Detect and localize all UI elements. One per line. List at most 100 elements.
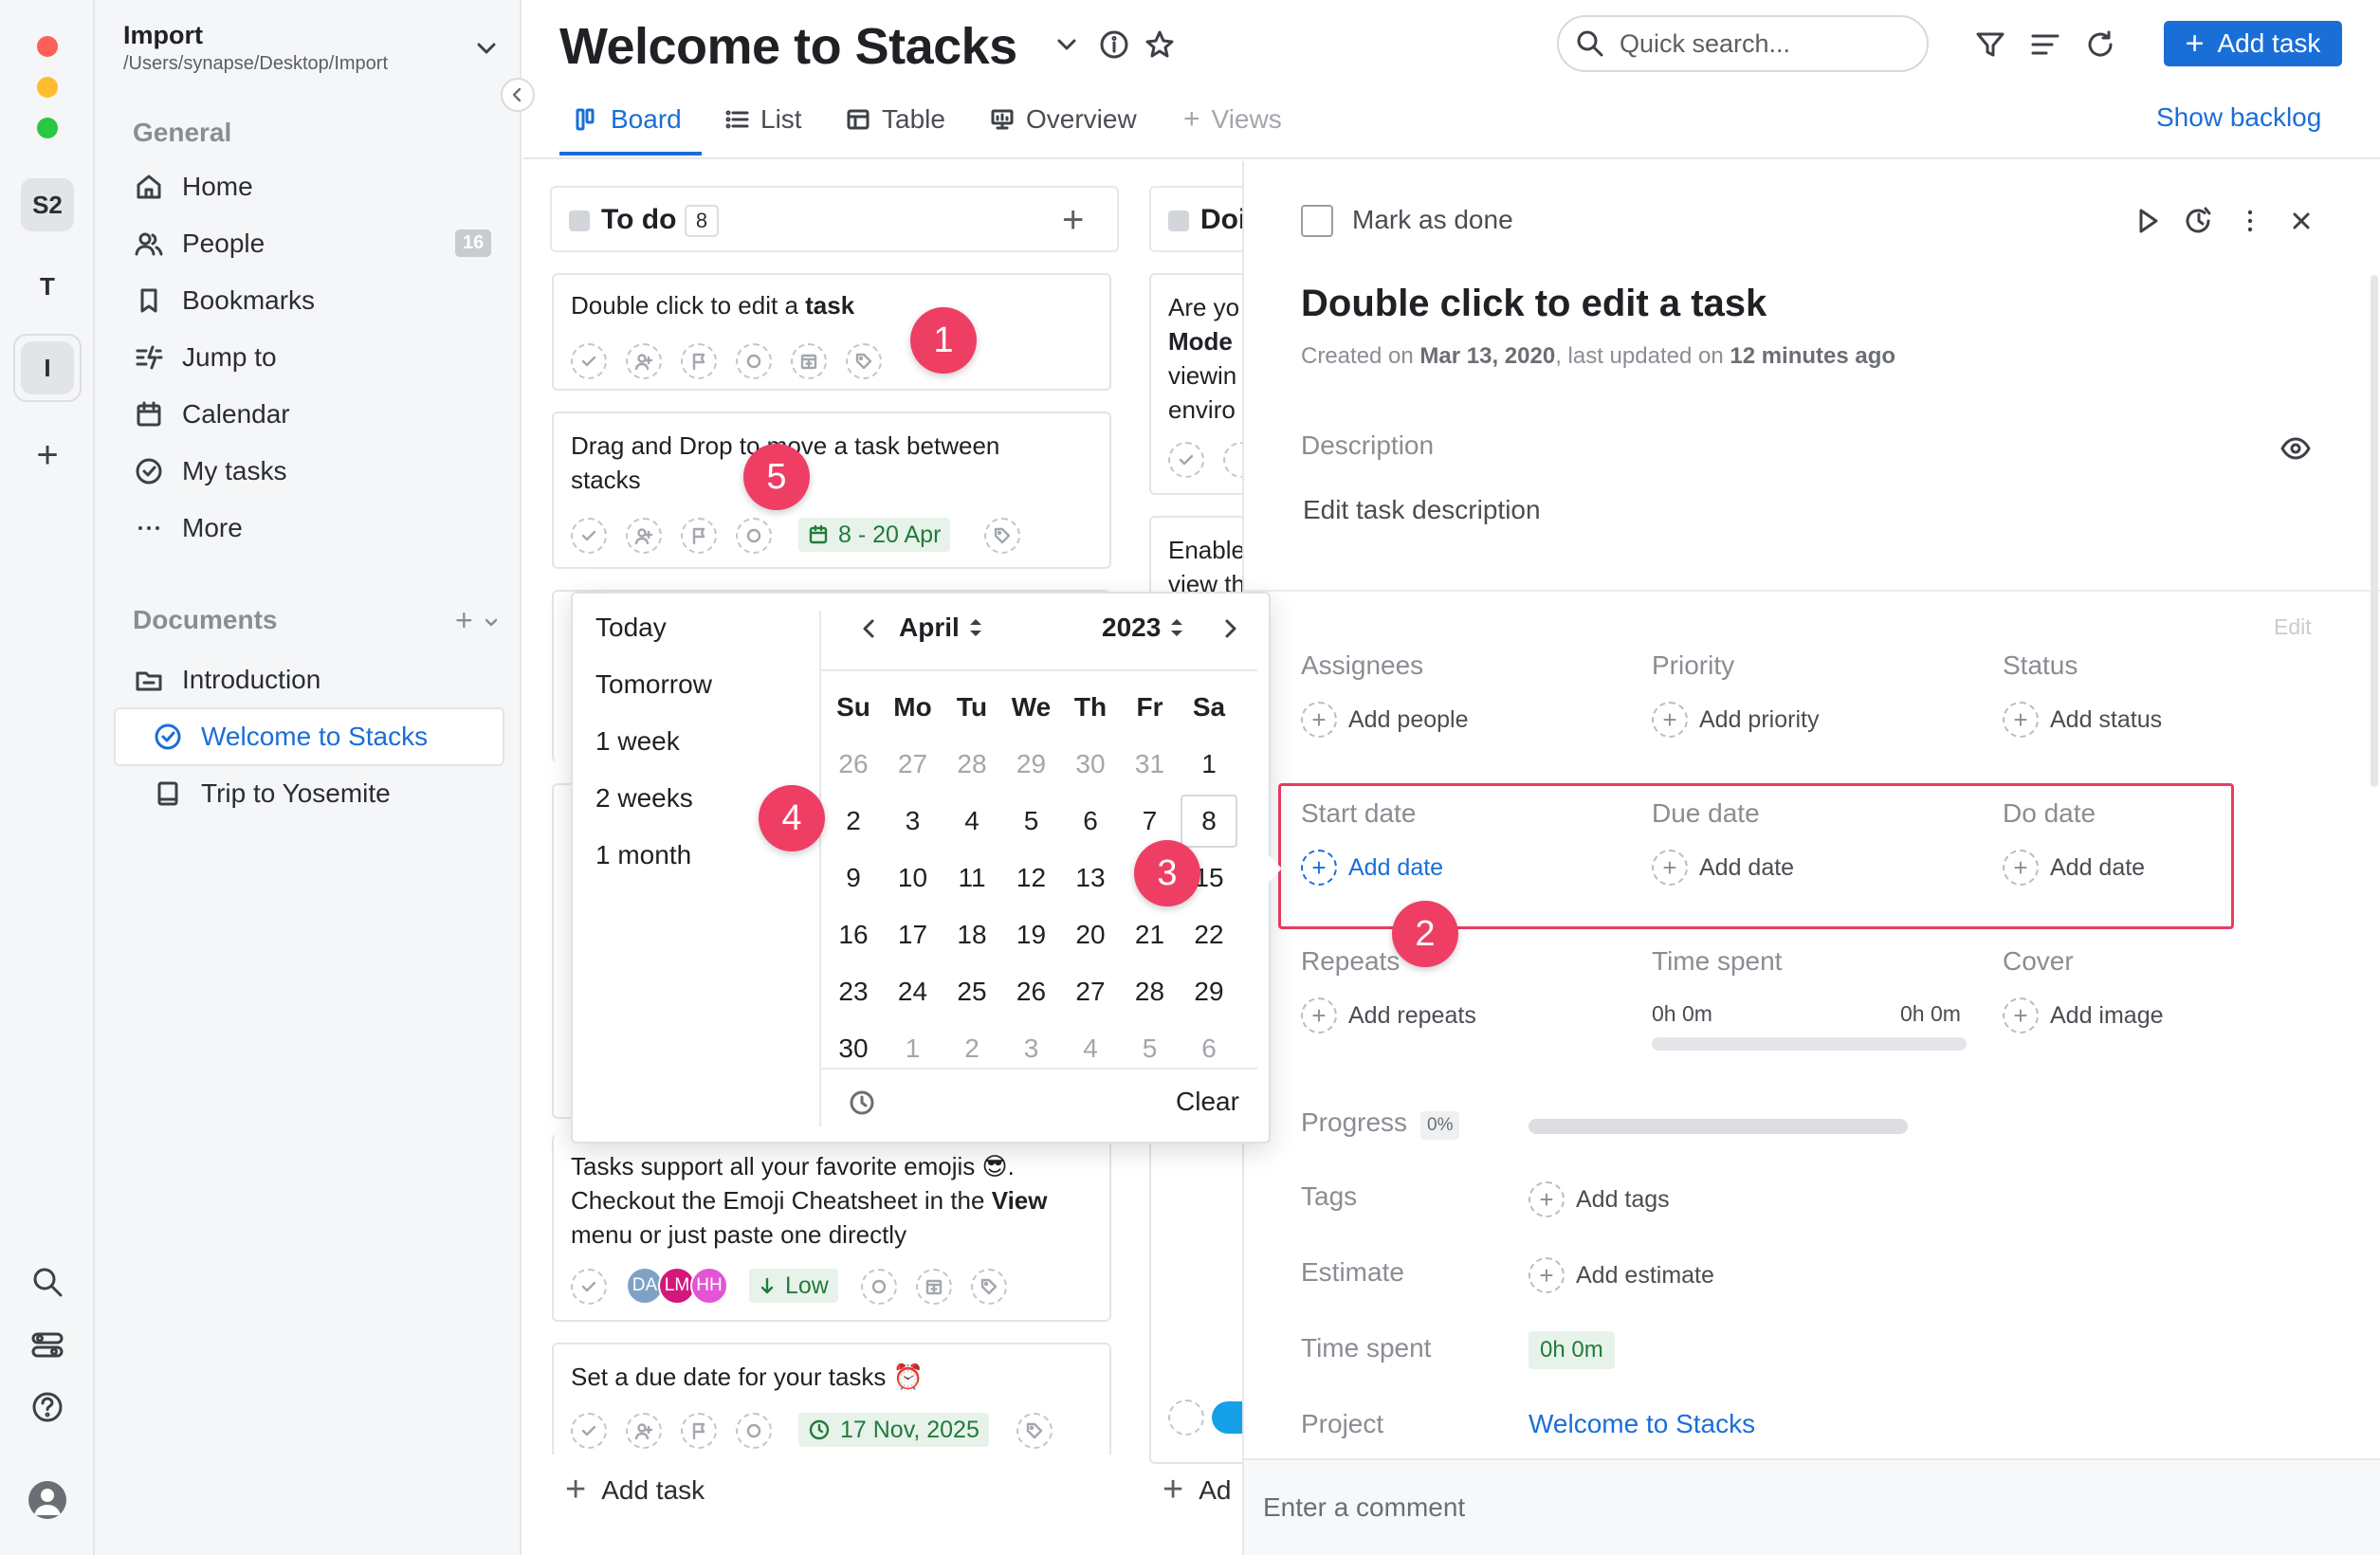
status-circle-icon[interactable] [736,518,772,554]
avatar[interactable]: HH [690,1267,728,1305]
calendar-day[interactable]: 23 [825,965,882,1018]
comment-input[interactable]: Enter a comment [1263,1492,1465,1523]
minimize-window-button[interactable] [37,77,58,98]
status-circle-icon[interactable] [861,1269,897,1305]
collapse-sidebar-button[interactable] [501,78,535,112]
user-avatar-icon[interactable] [28,1481,66,1519]
calendar-day[interactable]: 6 [1062,795,1119,848]
tag-icon[interactable] [971,1269,1007,1305]
calendar-day-outside[interactable]: 27 [885,738,942,791]
help-icon[interactable] [30,1390,64,1424]
status-circle-icon[interactable] [736,343,772,379]
calendar-day[interactable]: 17 [885,908,942,961]
prev-month-icon[interactable] [857,616,882,641]
settings-toggle-icon[interactable] [30,1327,64,1362]
assign-icon[interactable] [626,343,662,379]
tab-board[interactable]: Board [575,99,682,140]
complete-icon[interactable] [571,518,607,554]
close-icon[interactable] [2285,205,2317,237]
calendar-day[interactable]: 21 [1122,908,1179,961]
date-range-chip[interactable]: 8 - 20 Apr [798,518,951,552]
flag-icon[interactable] [681,343,717,379]
tab-list[interactable]: List [724,99,802,140]
calendar-day[interactable]: 22 [1181,908,1237,961]
more-vertical-icon[interactable] [2234,205,2266,237]
add-image-button[interactable]: + Add image [2003,997,2164,1034]
calendar-day[interactable]: 9 [825,851,882,905]
tab-overview[interactable]: Overview [990,99,1137,140]
mark-as-done-checkbox[interactable] [1301,205,1333,237]
add-priority-button[interactable]: + Add priority [1652,702,1819,738]
sidebar-item-jump-to[interactable]: Jump to [133,331,569,384]
next-month-icon[interactable] [1217,616,1242,641]
title-chevron-down-icon[interactable] [1054,32,1079,57]
sort-icon[interactable] [2029,28,2061,61]
sidebar-item-bookmarks[interactable]: Bookmarks [133,274,569,327]
flag-icon[interactable] [681,1413,717,1449]
add-repeats-button[interactable]: + Add repeats [1301,997,1476,1034]
priority-chip[interactable]: Low [749,1269,838,1303]
add-do-date-button[interactable]: + Add date [2003,850,2145,886]
info-icon[interactable] [1098,28,1130,61]
calendar-day[interactable]: 5 [1003,795,1060,848]
calendar-day[interactable]: 12 [1003,851,1060,905]
workspace-s2[interactable]: S2 [21,178,74,231]
show-backlog-link[interactable]: Show backlog [2156,102,2321,133]
due-date-chip[interactable]: 17 Nov, 2025 [798,1413,989,1447]
preset-2-weeks[interactable]: 2 weeks [595,783,693,814]
calendar-day[interactable]: 24 [885,965,942,1018]
calendar-day[interactable]: 29 [1181,965,1237,1018]
clear-date-button[interactable]: Clear [1176,1087,1239,1117]
assign-icon[interactable] [626,518,662,554]
month-select[interactable]: April [899,613,984,643]
calendar-day[interactable]: 3 [885,795,942,848]
chevron-down-icon[interactable] [474,36,499,61]
column-add-task-button[interactable]: + Add task [565,1470,705,1510]
sidebar-item-people[interactable]: People 16 [133,217,569,270]
calendar-day[interactable]: 19 [1003,908,1060,961]
refresh-icon[interactable] [2084,28,2116,61]
complete-icon[interactable] [571,1269,607,1305]
calendar-day-outside[interactable]: 29 [1003,738,1060,791]
calendar-day-outside[interactable]: 31 [1122,738,1179,791]
sidebar-item-my-tasks[interactable]: My tasks [133,445,569,498]
detail-scrollbar[interactable] [2371,275,2378,787]
preset-today[interactable]: Today [595,613,667,643]
add-estimate-button[interactable]: + Add estimate [1529,1257,1714,1293]
column-add-task-button[interactable]: + Ad [1163,1470,1231,1510]
calendar-day-outside[interactable]: 28 [943,738,1000,791]
add-card-button[interactable]: + [1062,199,1084,242]
eye-icon[interactable] [2279,432,2312,465]
calendar-day[interactable]: 10 [885,851,942,905]
task-card[interactable]: Tasks support all your favorite emojis 😎… [552,1134,1111,1322]
date-icon[interactable] [916,1269,952,1305]
edit-fields-link[interactable]: Edit [2274,614,2312,640]
complete-icon[interactable] [1168,1400,1204,1436]
project-link[interactable]: Welcome to Stacks [1529,1409,1755,1439]
complete-icon[interactable] [571,343,607,379]
timer-icon[interactable] [2183,205,2215,237]
calendar-day[interactable]: 25 [943,965,1000,1018]
progress-bar[interactable] [1529,1119,1908,1134]
play-icon[interactable] [2132,205,2164,237]
add-document-button[interactable]: + [455,603,473,638]
sidebar-doc-introduction[interactable]: Introduction [133,653,569,706]
task-card[interactable]: Set a due date for your tasks ⏰ 17 Nov, … [552,1343,1111,1470]
tag-icon[interactable] [1016,1413,1053,1449]
add-workspace-button[interactable]: + [28,434,66,476]
date-icon[interactable] [791,343,827,379]
calendar-day[interactable]: 27 [1062,965,1119,1018]
task-card[interactable]: Are yo Mode viewin enviro [1149,273,1254,495]
calendar-day[interactable]: 4 [943,795,1000,848]
close-window-button[interactable] [37,36,58,57]
preset-tomorrow[interactable]: Tomorrow [595,669,712,700]
add-tags-button[interactable]: + Add tags [1529,1181,1670,1217]
task-title[interactable]: Double click to edit a task [1301,283,1767,325]
calendar-day-outside[interactable]: 26 [825,738,882,791]
calendar-day[interactable]: 11 [943,851,1000,905]
documents-chevron-down-icon[interactable] [484,614,499,630]
assign-icon[interactable] [626,1413,662,1449]
description-input[interactable]: Edit task description [1303,495,1541,525]
calendar-day[interactable]: 28 [1122,965,1179,1018]
time-spent-chip[interactable]: 0h 0m [1529,1331,1615,1369]
